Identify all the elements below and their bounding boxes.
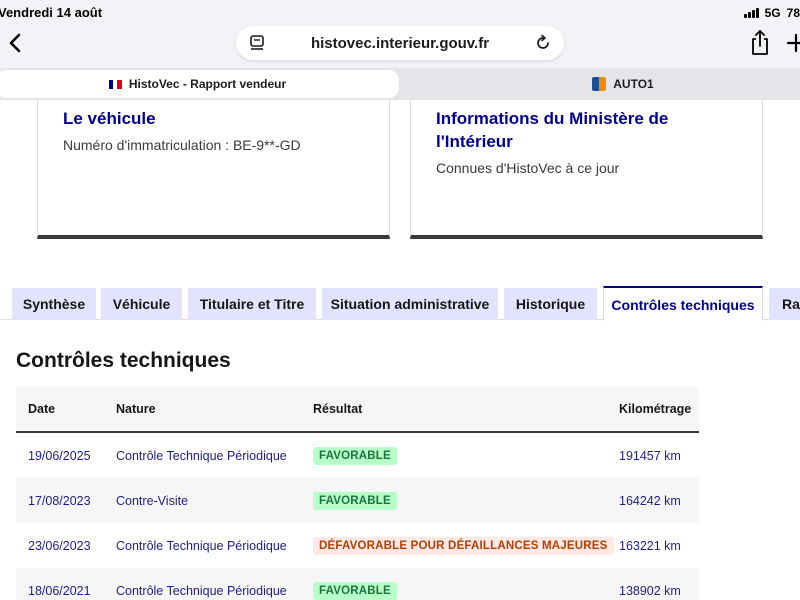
- browser-tab-label: HistoVec - Rapport vendeur: [128, 77, 287, 91]
- address-bar[interactable]: histovec.interieur.gouv.fr: [236, 26, 564, 60]
- browser-tab-auto1[interactable]: AUTO1: [403, 70, 800, 98]
- cell-result: FAVORABLE: [313, 568, 397, 600]
- ministry-info-card[interactable]: Informations du Ministère de l'Intérieur…: [410, 100, 763, 239]
- cell-mileage: 164242 km: [619, 493, 681, 508]
- section-title: Contrôles techniques: [16, 349, 231, 372]
- cell-mileage: 138902 km: [619, 583, 681, 598]
- chevron-left-icon: [9, 33, 21, 53]
- status-badge: FAVORABLE: [313, 446, 397, 465]
- browser-tab-histovec[interactable]: HistoVec - Rapport vendeur: [0, 70, 399, 98]
- cell-nature: Contrôle Technique Périodique: [116, 538, 287, 553]
- back-button[interactable]: [2, 28, 28, 58]
- cell-nature: Contrôle Technique Périodique: [116, 583, 287, 598]
- battery-level: 78: [786, 6, 800, 20]
- cell-nature: Contrôle Technique Périodique: [116, 448, 287, 463]
- browser-tabs: HistoVec - Rapport vendeur AUTO1: [0, 68, 800, 100]
- cell-nature: Contre-Visite: [116, 493, 189, 508]
- column-header-date: Date: [28, 402, 56, 416]
- tab-situation-administrative[interactable]: Situation administrative: [322, 288, 498, 320]
- status-badge: FAVORABLE: [313, 491, 397, 510]
- card-description: Connues d'HistoVec à ce jour: [436, 160, 620, 176]
- tab-synthese[interactable]: Synthèse: [12, 288, 96, 320]
- table-row: 19/06/2025 Contrôle Technique Périodique…: [16, 433, 699, 478]
- card-title: Le véhicule: [63, 109, 156, 128]
- card-title: Informations du Ministère de l'Intérieur: [436, 109, 669, 151]
- cell-date: 18/06/2021: [28, 583, 91, 598]
- table-row: 17/08/2023 Contre-Visite FAVORABLE 16424…: [16, 478, 699, 523]
- cell-date: 23/06/2023: [28, 538, 91, 553]
- tab-rapport[interactable]: Rapport: [769, 288, 800, 320]
- inspections-table: Date Nature Résultat Kilométrage 19/06/2…: [16, 387, 699, 600]
- tab-titulaire[interactable]: Titulaire et Titre: [188, 288, 316, 320]
- cell-result: FAVORABLE: [313, 478, 397, 523]
- column-header-nature: Nature: [116, 402, 156, 416]
- network-label: 5G: [764, 6, 781, 20]
- status-indicators: 5G 78: [743, 6, 800, 20]
- table-header: Date Nature Résultat Kilométrage: [16, 387, 699, 433]
- vehicle-card[interactable]: Le véhicule Numéro d'immatriculation : B…: [37, 100, 390, 239]
- cell-mileage: 163221 km: [619, 538, 681, 553]
- status-bar: Vendredi 14 août 5G 78: [0, 0, 800, 26]
- status-badge: DÉFAVORABLE POUR DÉFAILLANCES MAJEURES: [313, 536, 614, 555]
- status-badge: FAVORABLE: [313, 581, 397, 600]
- column-header-result: Résultat: [313, 402, 363, 416]
- status-date: Vendredi 14 août: [0, 5, 103, 20]
- new-tab-button[interactable]: [784, 28, 800, 58]
- cell-date: 17/08/2023: [28, 493, 91, 508]
- table-row: 23/06/2023 Contrôle Technique Périodique…: [16, 523, 699, 568]
- french-flag-icon: [108, 79, 122, 89]
- browser-toolbar: histovec.interieur.gouv.fr: [0, 26, 800, 68]
- table-row: 18/06/2021 Contrôle Technique Périodique…: [16, 568, 699, 600]
- plus-icon: [786, 33, 800, 53]
- url-text: histovec.interieur.gouv.fr: [310, 35, 490, 52]
- card-description: Numéro d'immatriculation : BE-9**-GD: [63, 137, 301, 153]
- tab-historique[interactable]: Historique: [504, 288, 597, 320]
- reload-icon[interactable]: [534, 34, 552, 52]
- share-icon: [752, 30, 768, 55]
- signal-icon: [743, 8, 759, 18]
- auto1-icon: [592, 77, 607, 91]
- cell-mileage: 191457 km: [619, 448, 681, 463]
- tab-vehicule[interactable]: Véhicule: [101, 288, 182, 320]
- share-button[interactable]: [748, 28, 772, 58]
- report-tabs: Synthèse Véhicule Titulaire et Titre Sit…: [0, 286, 800, 321]
- column-header-mileage: Kilométrage: [619, 402, 692, 416]
- browser-tab-label: AUTO1: [613, 77, 654, 91]
- cell-result: FAVORABLE: [313, 433, 397, 478]
- cell-date: 19/06/2025: [28, 448, 91, 463]
- tab-controles-techniques[interactable]: Contrôles techniques: [603, 286, 763, 321]
- cell-result: DÉFAVORABLE POUR DÉFAILLANCES MAJEURES: [313, 523, 614, 568]
- page-content: Le véhicule Numéro d'immatriculation : B…: [0, 100, 800, 600]
